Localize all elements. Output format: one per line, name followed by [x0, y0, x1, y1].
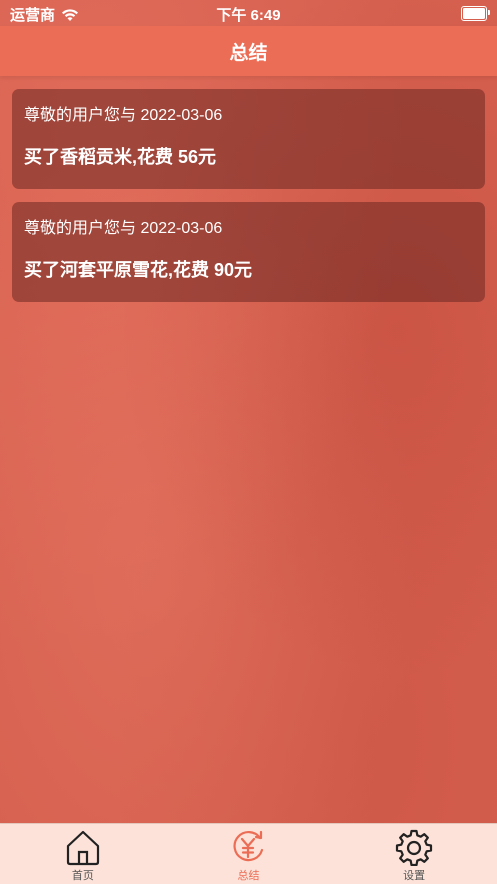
nav-bar: 总结	[0, 26, 497, 76]
status-bar: 运营商 下午 6:49	[0, 0, 497, 26]
tab-home[interactable]: 首页	[23, 824, 143, 884]
record-date-line: 尊敬的用户您与 2022-03-06	[24, 107, 223, 124]
home-icon	[66, 830, 99, 866]
tab-label: 总结	[237, 870, 260, 882]
battery-icon	[461, 6, 490, 21]
page-title: 总结	[229, 42, 268, 64]
record-purchase-line: 买了河套平原雪花,花费 90元	[24, 260, 253, 280]
record-purchase-line: 买了香稻贡米,花费 56元	[24, 147, 217, 167]
yuan-refresh-icon	[233, 830, 264, 862]
tab-summary[interactable]: 总结	[188, 824, 308, 884]
tab-bar: 首页 总结 设置	[0, 823, 497, 884]
record-date-line: 尊敬的用户您与 2022-03-06	[24, 220, 223, 237]
tab-settings[interactable]: 设置	[354, 824, 474, 884]
status-time: 下午 6:49	[216, 7, 281, 24]
record-card[interactable]: 尊敬的用户您与 2022-03-06 买了香稻贡米,花费 56元	[12, 89, 485, 189]
record-list: 尊敬的用户您与 2022-03-06 买了香稻贡米,花费 56元 尊敬的用户您与…	[12, 89, 485, 315]
tab-label: 首页	[71, 870, 94, 882]
tab-label: 设置	[403, 870, 426, 882]
gear-icon	[396, 829, 433, 866]
record-card[interactable]: 尊敬的用户您与 2022-03-06 买了河套平原雪花,花费 90元	[12, 202, 485, 302]
